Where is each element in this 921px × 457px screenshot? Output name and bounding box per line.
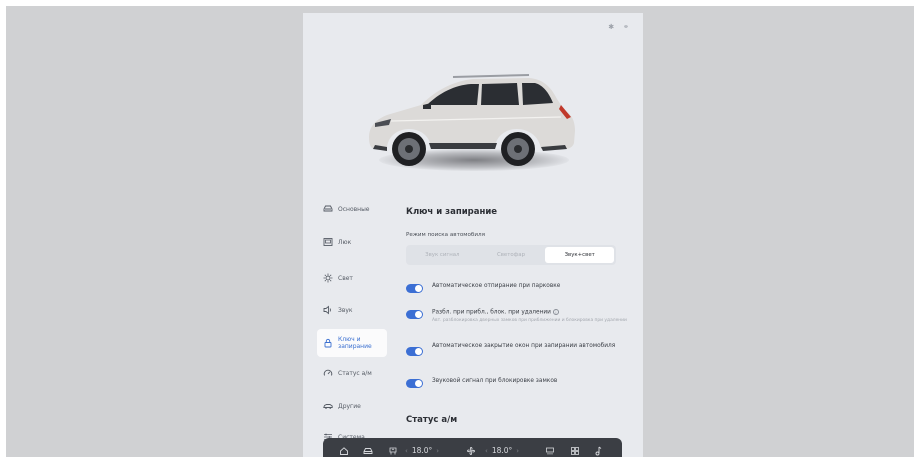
search-mode-selector: Звук сигнал Светофар Звук+свет <box>406 245 616 265</box>
music-icon[interactable] <box>587 446 609 456</box>
sidebar-item-label: Люк <box>338 238 352 246</box>
car-image <box>361 65 583 177</box>
proximity-lock-toggle[interactable] <box>406 310 423 319</box>
link-icon: ⚭ <box>623 23 629 31</box>
toggle-row-lock-sound: Звуковой сигнал при блокировке замков <box>406 378 636 388</box>
toggle-row-auto-unlock: Автоматическое отпирание при парковке <box>406 283 636 293</box>
outer-frame: ✱ ⚭ Основные Люк Свет Звук Ключ и запира… <box>6 6 914 457</box>
toggle-row-proximity-lock: Разбл. при прибл., блок. при удалении i А… <box>406 309 636 324</box>
fan-icon[interactable] <box>457 446 485 456</box>
toggle-row-auto-window: Автоматическое закрытие окон при запиран… <box>406 343 636 356</box>
toggle-label: Автоматическое отпирание при парковке <box>432 283 561 289</box>
section-title-status: Статус а/м <box>406 415 458 425</box>
temp-decrease-left[interactable]: ‹ <box>405 447 408 455</box>
toggle-note: Авт. разблокировка дверных замков при пр… <box>432 318 627 323</box>
left-temp-control[interactable]: ‹ 18.0° › <box>405 446 457 455</box>
temp-decrease-right[interactable]: ‹ <box>485 447 488 455</box>
info-icon[interactable]: i <box>552 309 559 315</box>
grid-icon[interactable] <box>563 446 587 456</box>
home-icon[interactable] <box>333 446 355 456</box>
sidebar-item-other[interactable]: Другие <box>317 395 387 417</box>
temp-increase-right[interactable]: › <box>516 447 519 455</box>
search-mode-sound[interactable]: Звук сигнал <box>408 247 477 263</box>
main-content: Ключ и запирание Режим поиска автомобиля… <box>406 207 636 388</box>
search-mode-light[interactable]: Светофар <box>477 247 546 263</box>
sunroof-icon <box>321 237 335 247</box>
search-mode-sound-light[interactable]: Звук+свет <box>545 247 615 263</box>
speaker-icon <box>321 305 335 315</box>
lock-icon <box>321 338 335 348</box>
gauge-icon <box>321 368 335 378</box>
sidebar-item-label: Звук <box>338 306 353 314</box>
sidebar-item-basic[interactable]: Основные <box>317 198 387 220</box>
sidebar-item-label: Ключ и запирание <box>338 336 372 350</box>
sidebar-item-sunroof[interactable]: Люк <box>317 231 387 253</box>
right-temp-control[interactable]: ‹ 18.0° › <box>485 446 537 455</box>
status-icons: ✱ ⚭ <box>608 23 629 31</box>
toggle-label-text: Разбл. при прибл., блок. при удалении <box>432 309 551 316</box>
bottom-control-bar: ‹ 18.0° › ‹ 18.0° › <box>323 438 622 457</box>
sidebar-item-vehicle-status[interactable]: Статус а/м <box>317 362 387 384</box>
toggle-label: Разбл. при прибл., блок. при удалении i <box>432 309 637 317</box>
sidebar-item-sound[interactable]: Звук <box>317 299 387 321</box>
car-front-icon <box>321 204 335 214</box>
bluetooth-icon: ✱ <box>608 23 615 31</box>
auto-window-toggle[interactable] <box>406 347 423 356</box>
settings-screen: ✱ ⚭ Основные Люк Свет Звук Ключ и запира… <box>303 13 643 457</box>
auto-unlock-toggle[interactable] <box>406 284 423 293</box>
sidebar-item-label: Другие <box>338 402 361 410</box>
search-mode-label: Режим поиска автомобиля <box>406 232 485 238</box>
car-icon[interactable] <box>355 446 381 456</box>
sidebar-item-key-lock[interactable]: Ключ и запирание <box>317 329 387 357</box>
toggle-label: Автоматическое закрытие окон при запиран… <box>432 343 616 349</box>
seat-heat-icon[interactable] <box>381 446 405 456</box>
light-icon <box>321 273 335 283</box>
temp-increase-left[interactable]: › <box>436 447 439 455</box>
sidebar-item-label: Статус а/м <box>338 369 372 377</box>
left-temp-value: 18.0° <box>411 446 433 455</box>
car-illustration <box>369 74 575 166</box>
rear-defrost-icon[interactable] <box>537 446 563 456</box>
sidebar-item-light[interactable]: Свет <box>317 267 387 289</box>
sidebar-item-label: Основные <box>338 205 370 213</box>
sidebar-item-label: Свет <box>338 274 353 282</box>
page-title: Ключ и запирание <box>406 207 498 217</box>
lock-sound-toggle[interactable] <box>406 379 423 388</box>
toggle-label: Звуковой сигнал при блокировке замков <box>432 378 558 384</box>
car-side-icon <box>321 401 335 411</box>
right-temp-value: 18.0° <box>491 446 513 455</box>
